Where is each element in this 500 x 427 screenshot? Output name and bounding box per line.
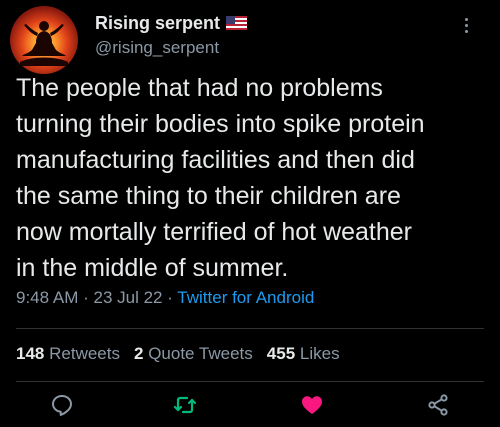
quote-tweets-count: 2 (133, 344, 144, 363)
tweet-text-line: turning their bodies into spike protein (16, 110, 425, 138)
tweet-text: The people that had no problems turning … (16, 70, 486, 286)
tweet-actions (0, 392, 500, 422)
meditating-figure-icon (20, 21, 68, 66)
tweet-text-line: manufacturing facilities and then did (16, 146, 415, 174)
quote-tweets-stat[interactable]: 2 Quote Tweets (134, 344, 253, 364)
retweets-label: Retweets (49, 344, 120, 363)
reply-icon[interactable] (49, 392, 75, 418)
quote-tweets-label: Quote Tweets (148, 344, 253, 363)
more-options-icon[interactable] (457, 12, 475, 38)
tweet: Rising serpent @rising_serpent The peopl… (0, 0, 500, 427)
retweets-stat[interactable]: 148 Retweets (16, 344, 120, 364)
divider (16, 381, 484, 382)
tweet-source-link[interactable]: Twitter for Android (177, 288, 314, 307)
likes-label: Likes (299, 344, 340, 363)
tweet-metadata: 9:48 AM · 23 Jul 22 · Twitter for Androi… (16, 288, 314, 308)
tweet-date[interactable]: 23 Jul 22 (93, 288, 162, 307)
likes-stat[interactable]: 455 Likes (267, 344, 340, 364)
tweet-text-line: now mortally terrified of hot weather (16, 218, 413, 246)
meta-separator: · (78, 288, 94, 307)
author-name-row: Rising serpent (95, 10, 248, 36)
avatar[interactable] (10, 6, 78, 74)
tweet-text-line: The people that had no problems (16, 74, 383, 102)
tweet-text-line: in the middle of summer. (16, 254, 289, 282)
tweet-text-line: the same thing to their children are (16, 182, 401, 210)
divider (16, 328, 484, 329)
meta-separator: · (162, 288, 178, 307)
tweet-stats: 148 Retweets 2 Quote Tweets 455 Likes (16, 344, 340, 364)
retweet-icon[interactable] (172, 392, 198, 418)
display-name[interactable]: Rising serpent (95, 13, 220, 34)
user-handle[interactable]: @rising_serpent (95, 38, 219, 58)
like-icon[interactable] (299, 392, 325, 418)
us-flag-icon (226, 16, 248, 30)
retweets-count: 148 (16, 344, 45, 363)
likes-count: 455 (266, 344, 296, 363)
tweet-time[interactable]: 9:48 AM (16, 288, 78, 307)
share-icon[interactable] (425, 392, 451, 418)
